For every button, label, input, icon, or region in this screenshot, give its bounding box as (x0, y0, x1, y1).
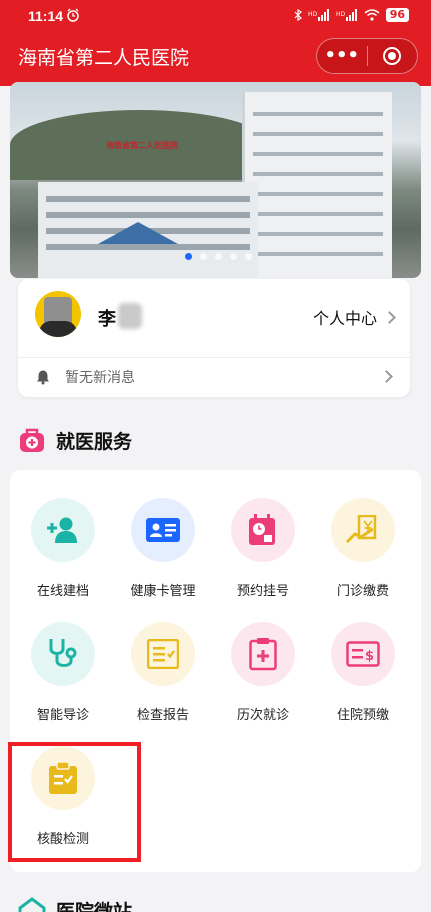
banner-hospital-sign: 海南省第二人民医院 (106, 141, 178, 150)
chevron-right-icon (383, 310, 396, 324)
service-item-smart-triage[interactable]: 智能导诊 (13, 622, 113, 742)
service-label: 在线建档 (36, 584, 89, 599)
service-icon-bg (231, 498, 295, 562)
service-item-online-archive[interactable]: 在线建档 (13, 498, 113, 618)
notification-text: 暂无新消息 (65, 370, 135, 386)
close-button[interactable] (367, 47, 417, 65)
banner-tower-building (242, 92, 392, 278)
target-icon (383, 47, 402, 65)
hospital-banner[interactable]: 海南省第二人民医院 (10, 82, 421, 278)
service-icon-bg: $ (331, 622, 395, 686)
status-time: 11:14 (28, 8, 64, 24)
svg-text:HD: HD (336, 11, 346, 18)
service-item-inpatient-prepay[interactable]: $ 住院预缴 (313, 622, 413, 742)
wifi-icon (364, 9, 380, 21)
carousel-dot[interactable] (185, 253, 192, 260)
chevron-right-icon (380, 370, 393, 383)
service-item-exam-report[interactable]: 检查报告 (113, 622, 213, 742)
alarm-icon (67, 8, 79, 22)
medical-record-icon (249, 638, 277, 671)
mini-program-capsule: ••• (316, 38, 418, 74)
service-label: 检查报告 (136, 708, 189, 723)
carousel-indicator (185, 253, 252, 260)
svg-text:HD: HD (308, 11, 318, 18)
service-item-visit-history[interactable]: 历次就诊 (213, 622, 313, 742)
hospital-icon (18, 897, 46, 912)
service-icon-bg (131, 622, 195, 686)
personal-center-link[interactable]: 个人中心 (312, 305, 396, 329)
notification-row[interactable]: 暂无新消息 (35, 365, 395, 389)
id-card-icon (146, 518, 180, 542)
medical-kit-icon (20, 428, 44, 452)
prepay-icon: $ (346, 641, 380, 667)
service-icon-bg (131, 498, 195, 562)
svg-text:$: $ (365, 649, 374, 664)
more-button[interactable]: ••• (317, 39, 367, 73)
bell-icon (37, 370, 49, 385)
top-bar: 11:14 HD HD 96 海南省第二人民医院 ••• (0, 0, 431, 86)
service-icon-bg (31, 498, 95, 562)
report-icon (147, 639, 179, 669)
user-card: 李 个人中心 暂无新消息 (18, 279, 410, 397)
battery-indicator: 96 (385, 8, 409, 22)
avatar[interactable] (35, 291, 81, 337)
service-item-health-card[interactable]: 健康卡管理 (113, 498, 213, 618)
carousel-dot[interactable] (215, 253, 222, 260)
user-name-redaction (118, 303, 142, 329)
status-icons: HD HD 96 (294, 8, 409, 22)
signal-icon-2: HD (336, 9, 357, 21)
personal-center-label: 个人中心 (312, 309, 377, 328)
card-divider (18, 357, 410, 358)
user-name: 李 (98, 309, 116, 330)
service-icon-bg (231, 622, 295, 686)
bluetooth-icon (294, 9, 302, 21)
service-item-appointment[interactable]: 预约挂号 (213, 498, 313, 618)
status-bar: 11:14 HD HD 96 (0, 0, 431, 32)
service-label: 智能导诊 (36, 708, 89, 723)
carousel-dot[interactable] (230, 253, 237, 260)
service-item-outpatient-payment[interactable]: 门诊缴费 (313, 498, 413, 618)
stethoscope-icon (49, 639, 77, 667)
section-title-2: 医院微站 (56, 900, 133, 912)
carousel-dot[interactable] (200, 253, 207, 260)
appointment-icon (249, 514, 275, 545)
service-label: 历次就诊 (236, 708, 289, 723)
highlight-box (8, 742, 141, 862)
service-label: 住院预缴 (336, 708, 389, 723)
section-header-2: 医院微站 (18, 896, 132, 912)
section-header: 就医服务 (18, 426, 132, 454)
service-icon-bg (331, 498, 395, 562)
signal-icon: HD (308, 9, 329, 21)
service-label: 健康卡管理 (130, 584, 196, 599)
payment-icon (345, 515, 377, 544)
service-icon-bg (31, 622, 95, 686)
page-title: 海南省第二人民医院 (18, 48, 190, 69)
section-title: 就医服务 (56, 430, 133, 453)
add-user-icon (47, 517, 77, 543)
service-label: 预约挂号 (236, 584, 289, 599)
carousel-dot[interactable] (245, 253, 252, 260)
service-label: 门诊缴费 (336, 584, 389, 599)
